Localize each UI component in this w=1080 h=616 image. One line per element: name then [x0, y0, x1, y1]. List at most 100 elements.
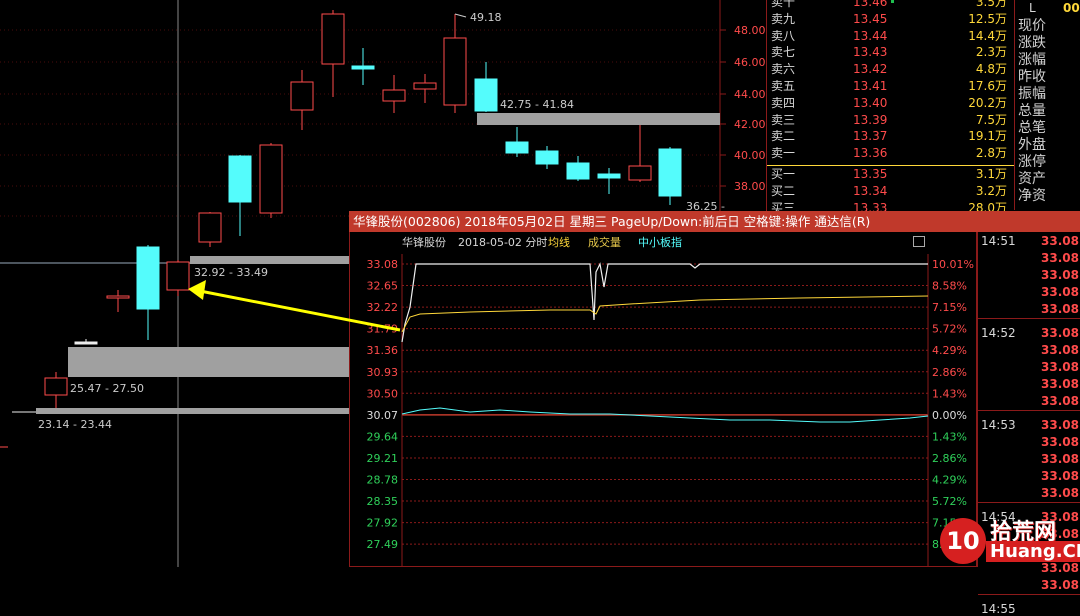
intraday-price-label: 30.93	[367, 366, 399, 379]
kline-support-zone	[190, 256, 350, 264]
tick-price: 33.08	[1041, 268, 1079, 282]
intraday-price-label: 32.22	[367, 301, 399, 314]
intraday-pct-label: 10.01%	[932, 258, 974, 271]
order-ask-row[interactable]: 卖四 13.40 20.2万	[767, 95, 1015, 112]
tick-price: 33.08	[1041, 578, 1079, 592]
order-volume: 2.3万	[975, 45, 1007, 60]
intraday-price-label: 27.92	[367, 517, 399, 530]
kline-candle-body	[136, 246, 160, 310]
tick-price: 33.08	[1041, 418, 1079, 432]
order-price: 13.45	[853, 11, 888, 26]
quote-field-label: 总笔	[1018, 120, 1046, 136]
kline-candle-body	[443, 37, 467, 106]
quote-field-label: 昨收	[1018, 69, 1046, 85]
tick-divider	[978, 594, 1080, 595]
watermark-en: Huang.CN	[986, 541, 1080, 562]
order-ask-row[interactable]: 卖一 13.36 2.8万	[767, 145, 1015, 162]
order-level-label: 买二	[771, 184, 796, 198]
kline-candle-body	[74, 341, 98, 345]
order-ask-row[interactable]: 卖八 13.44 14.4万	[767, 28, 1015, 45]
kline-candle-body	[535, 150, 559, 165]
order-price: 13.41	[853, 79, 888, 93]
tick-time: 14:52	[981, 326, 1016, 340]
kline-support-zone	[36, 408, 350, 414]
order-ask-row[interactable]: 卖九 13.45 12.5万	[767, 11, 1015, 28]
intraday-price-label: 31.79	[367, 323, 399, 336]
kline-candle-body	[628, 165, 652, 181]
order-ask-row[interactable]: 卖二 13.37 19.1万	[767, 128, 1015, 145]
order-bid-row[interactable]: 买一 13.35 3.1万	[767, 166, 1015, 183]
kline-candle-body	[259, 144, 283, 214]
intraday-price-label: 29.21	[367, 452, 399, 465]
intraday-pct-label: 4.29%	[932, 474, 967, 487]
kline-price-label: 42.00	[734, 118, 766, 131]
kline-candle-body	[382, 89, 406, 102]
kline-support-zone	[477, 113, 720, 125]
quote-letter: L	[1029, 1, 1036, 15]
order-price: 13.36	[853, 146, 888, 161]
order-bid-row[interactable]: 买二 13.34 3.2万	[767, 183, 1015, 200]
intraday-pct-label: 2.86%	[932, 366, 967, 379]
tick-price: 33.08	[1041, 251, 1079, 265]
popup-title: 华锋股份(002806) 2018年05月02日 星期三 PageUp/Down…	[353, 214, 871, 229]
order-price: 13.44	[853, 28, 888, 43]
book-divider	[767, 165, 1015, 166]
order-ask-row[interactable]: 卖三 13.39 7.5万	[767, 112, 1015, 129]
order-level-label: 卖四	[771, 95, 796, 110]
order-level-label: 卖七	[771, 45, 796, 60]
order-price: 13.35	[853, 167, 888, 181]
intraday-price-label: 30.50	[367, 387, 399, 400]
kline-candle-body	[658, 148, 682, 197]
order-level-label: 卖十	[771, 0, 796, 9]
order-price: 13.37	[853, 129, 888, 144]
order-level-label: 买一	[771, 167, 796, 181]
kline-candle-body	[166, 261, 190, 291]
tick-price: 33.08	[1041, 326, 1079, 340]
intraday-pct-label: 4.29%	[932, 344, 967, 357]
order-ask-row[interactable]: 卖五 13.41 17.6万	[767, 78, 1015, 95]
tick-price: 33.08	[1041, 469, 1079, 483]
quote-top-value: 00	[1063, 1, 1080, 15]
order-level-label: 卖三	[771, 112, 796, 127]
tick-price: 33.08	[1041, 486, 1079, 500]
kline-price-label: 38.00	[734, 180, 766, 193]
order-price: 13.39	[853, 112, 888, 127]
tick-time: 14:51	[981, 234, 1016, 248]
intraday-pct-label: 5.72%	[932, 495, 967, 508]
watermark-logo-icon: 10	[940, 518, 986, 564]
intraday-price-line	[401, 262, 928, 343]
kline-candle-body	[198, 212, 222, 243]
intraday-price-label: 33.08	[367, 258, 399, 271]
intraday-chart[interactable]: 华锋股份 2018-05-02 分时 均线 成交量 中小板指 33.08 10.0…	[349, 232, 977, 567]
intraday-pct-label: 2.86%	[932, 452, 967, 465]
tick-divider	[978, 410, 1080, 411]
kline-price-label: 48.00	[734, 24, 766, 37]
order-volume: 20.2万	[968, 95, 1007, 110]
popup-title-bar[interactable]: 华锋股份(002806) 2018年05月02日 星期三 PageUp/Down…	[349, 211, 1080, 232]
quote-field-label: 涨幅	[1018, 52, 1046, 68]
intraday-pct-label: 8.58%	[932, 280, 967, 293]
order-level-label: 卖二	[771, 129, 796, 144]
order-volume: 12.5万	[968, 11, 1007, 26]
order-level-label: 卖一	[771, 146, 796, 161]
tick-price: 33.08	[1041, 435, 1079, 449]
intraday-pct-label: 1.43%	[932, 387, 967, 400]
tick-price: 33.08	[1041, 302, 1079, 316]
order-ask-row[interactable]: 卖七 13.43 2.3万	[767, 44, 1015, 61]
kline-zone-label: 25.47 - 27.50	[70, 382, 144, 395]
intraday-pct-label: 7.15%	[932, 301, 967, 314]
quote-field-label: 外盘	[1018, 137, 1046, 153]
intraday-pct-label: 0.00%	[932, 409, 967, 422]
order-ask-row[interactable]: 卖六 13.42 4.8万	[767, 61, 1015, 78]
tick-price: 33.08	[1041, 360, 1079, 374]
order-volume: 3.5万	[975, 0, 1007, 9]
order-volume: 17.6万	[968, 79, 1007, 93]
watermark: 10 拾荒网 Huang.CN	[940, 512, 1080, 567]
quote-field-label: 资产	[1018, 171, 1046, 187]
quote-field-label: 涨停	[1018, 154, 1046, 170]
intraday-price-label: 32.65	[367, 280, 399, 293]
order-level-label: 卖八	[771, 28, 796, 43]
tick-price: 33.08	[1041, 394, 1079, 408]
order-volume: 7.5万	[975, 112, 1007, 127]
order-volume: 3.2万	[975, 184, 1007, 198]
